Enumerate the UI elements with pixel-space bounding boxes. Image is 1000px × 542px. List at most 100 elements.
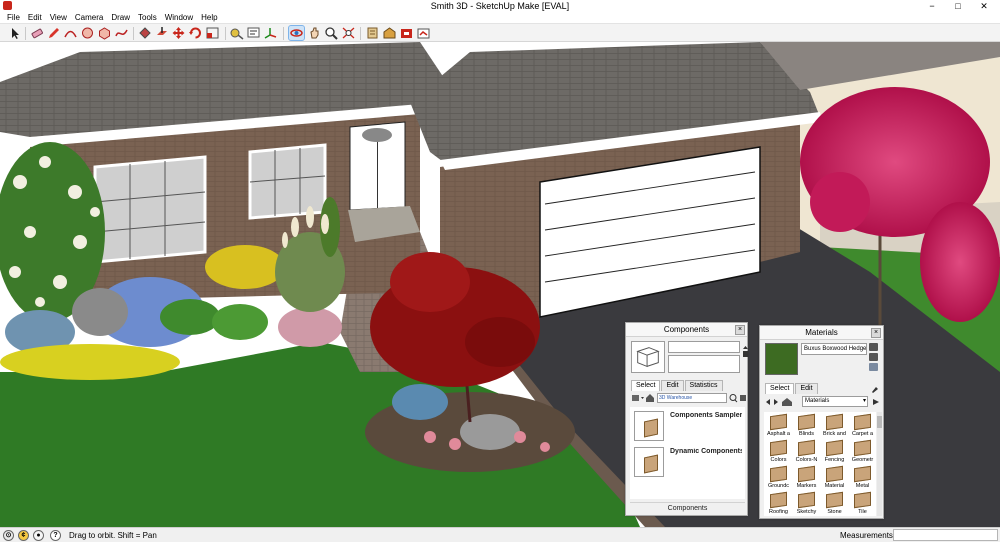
material-label: Asphalt a <box>767 431 790 437</box>
share-model-icon[interactable] <box>416 26 431 40</box>
view-options-icon[interactable] <box>631 393 657 403</box>
menu-tools[interactable]: Tools <box>134 12 161 23</box>
menu-camera[interactable]: Camera <box>71 12 107 23</box>
maximize-button[interactable]: □ <box>946 0 970 12</box>
paint-icon[interactable] <box>869 363 878 371</box>
material-folder[interactable]: Colors <box>766 439 791 466</box>
minimize-button[interactable]: − <box>920 0 944 12</box>
component-thumbnail <box>634 447 664 477</box>
material-folder[interactable]: Metal <box>850 465 875 492</box>
status-bar: ⊙ ¢ ● ? Drag to orbit. Shift = Pan Measu… <box>0 527 1000 542</box>
zoom-extents-icon[interactable] <box>341 26 356 40</box>
material-folder[interactable]: Sketchy <box>794 491 819 518</box>
text-icon[interactable] <box>246 26 261 40</box>
back-forward-home-icons[interactable] <box>764 397 798 407</box>
url-text: 3D Warehouse <box>659 395 693 401</box>
tab-edit[interactable]: Edit <box>795 383 818 394</box>
material-folder[interactable]: Blinds <box>794 413 819 440</box>
user-icon[interactable]: ● <box>33 530 44 541</box>
menu-bar: File Edit View Camera Draw Tools Window … <box>0 12 1000 23</box>
list-item[interactable]: Components Sampler <box>632 409 743 443</box>
material-action-buttons <box>869 343 881 375</box>
material-folder[interactable]: Colors-N <box>794 439 819 466</box>
tape-measure-icon[interactable] <box>229 26 244 40</box>
circle-icon[interactable] <box>80 26 95 40</box>
details-arrow-icon[interactable] <box>871 397 881 407</box>
pan-icon[interactable] <box>307 26 322 40</box>
help-icon[interactable]: ? <box>50 530 61 541</box>
material-label: Fencing <box>824 457 845 463</box>
menu-file[interactable]: File <box>3 12 24 23</box>
component-description-field[interactable] <box>668 355 740 373</box>
freehand-icon[interactable] <box>114 26 129 40</box>
select-icon[interactable] <box>7 26 22 40</box>
close-button[interactable]: ✕ <box>972 0 996 12</box>
material-label: Geometr <box>851 457 874 463</box>
extension-warehouse-icon[interactable] <box>399 26 414 40</box>
material-folder[interactable]: Markers <box>794 465 819 492</box>
menu-edit[interactable]: Edit <box>24 12 46 23</box>
menu-view[interactable]: View <box>46 12 71 23</box>
material-folder[interactable]: Groundc <box>766 465 791 492</box>
component-label: Components Sampler <box>670 412 742 419</box>
material-folder[interactable]: Asphalt a <box>766 413 791 440</box>
material-label: Roofing <box>769 509 788 515</box>
warehouse-icon[interactable] <box>382 26 397 40</box>
scale-icon[interactable] <box>205 26 220 40</box>
rotate-icon[interactable] <box>188 26 203 40</box>
title-bar: Smith 3D - SketchUp Make [EVAL] − □ ✕ <box>0 0 1000 12</box>
pencil-icon[interactable] <box>46 26 61 40</box>
window-title: Smith 3D - SketchUp Make [EVAL] <box>430 1 570 11</box>
details-arrow-icon[interactable] <box>742 345 749 359</box>
materials-close-icon[interactable]: × <box>871 328 881 338</box>
material-folder[interactable]: Roofing <box>766 491 791 518</box>
tab-select[interactable]: Select <box>765 383 795 394</box>
eraser-icon[interactable] <box>29 26 44 40</box>
material-folder[interactable]: Fencing <box>822 439 847 466</box>
toolbar <box>0 23 1000 42</box>
default-material-icon[interactable] <box>869 353 878 361</box>
material-folder[interactable]: Geometr <box>850 439 875 466</box>
eyedropper-icon[interactable] <box>871 383 879 393</box>
component-name-field[interactable] <box>668 341 740 353</box>
tab-statistics[interactable]: Statistics <box>684 380 723 391</box>
measurements-field[interactable] <box>893 529 998 541</box>
material-folder[interactable]: Tile <box>850 491 875 518</box>
material-folder[interactable]: Brick and <box>822 413 847 440</box>
material-folder[interactable]: Stone <box>822 491 847 518</box>
component-preview <box>631 341 665 373</box>
menu-window[interactable]: Window <box>161 12 197 23</box>
orbit-icon[interactable] <box>288 25 305 41</box>
material-folder[interactable]: Material <box>822 465 847 492</box>
axes-icon[interactable] <box>263 26 278 40</box>
paint-bucket-icon[interactable] <box>137 26 152 40</box>
move-icon[interactable] <box>171 26 186 40</box>
scrollbar-thumb[interactable] <box>877 416 882 428</box>
menu-draw[interactable]: Draw <box>107 12 134 23</box>
create-material-icon[interactable] <box>869 343 878 351</box>
model-viewport[interactable]: Components × Select Edit Statistics 3D W… <box>0 42 1000 527</box>
search-icon[interactable] <box>728 393 748 403</box>
warehouse-url-field[interactable]: 3D Warehouse <box>657 393 727 403</box>
credits-icon[interactable]: ¢ <box>18 530 29 541</box>
menu-help[interactable]: Help <box>197 12 221 23</box>
tab-select[interactable]: Select <box>631 380 661 391</box>
components-close-icon[interactable]: × <box>735 325 745 335</box>
material-label: Brick and <box>823 431 846 437</box>
material-library-select[interactable]: Materials ▾ <box>802 396 868 407</box>
geo-location-icon[interactable]: ⊙ <box>3 530 14 541</box>
previous-view-icon[interactable] <box>365 26 380 40</box>
material-folder[interactable]: Carpet a <box>850 413 875 440</box>
tab-edit[interactable]: Edit <box>661 380 684 391</box>
arc-icon[interactable] <box>63 26 78 40</box>
material-label: Stone <box>827 509 842 515</box>
zoom-icon[interactable] <box>324 26 339 40</box>
polygon-icon[interactable] <box>97 26 112 40</box>
library-text: Materials <box>805 398 830 404</box>
list-item[interactable]: Dynamic Components Tr... <box>632 445 743 479</box>
material-label: Blinds <box>799 431 814 437</box>
push-pull-icon[interactable] <box>154 26 169 40</box>
material-name-field[interactable]: Buxus Boxwood Hedge ( <box>801 343 867 355</box>
current-material-swatch[interactable] <box>765 343 798 375</box>
materials-scrollbar[interactable] <box>877 412 882 516</box>
